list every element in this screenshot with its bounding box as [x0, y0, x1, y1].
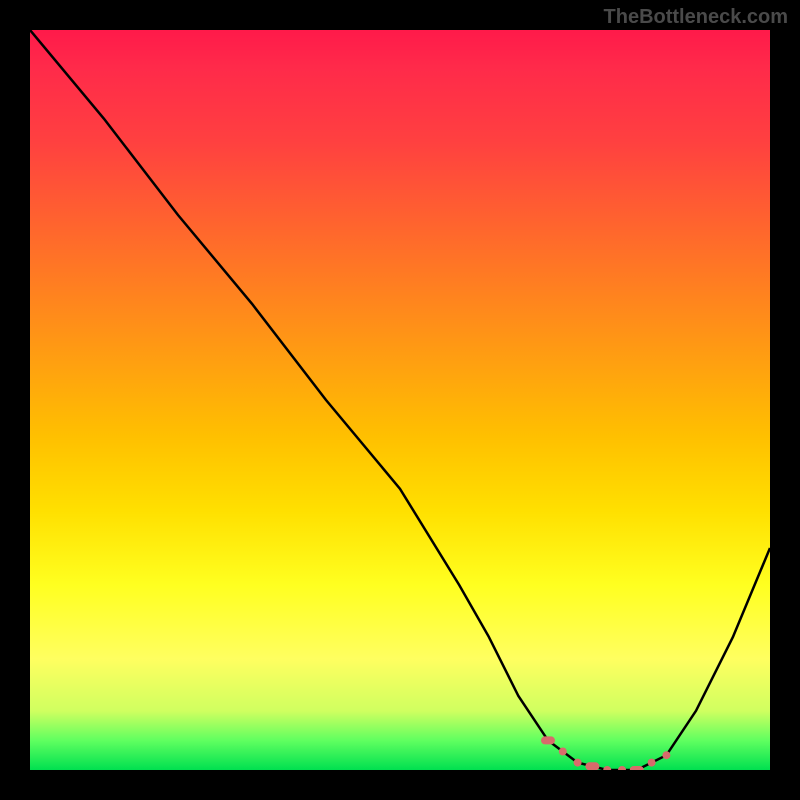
optimal-marker	[559, 748, 567, 756]
optimal-marker	[603, 766, 611, 770]
optimal-markers	[541, 736, 670, 770]
optimal-marker	[574, 759, 582, 767]
watermark-text: TheBottleneck.com	[604, 6, 788, 29]
plot-area	[30, 30, 770, 770]
optimal-marker	[618, 766, 626, 770]
optimal-marker	[630, 766, 644, 770]
optimal-marker	[541, 736, 555, 744]
optimal-marker	[648, 759, 656, 767]
chart-svg	[30, 30, 770, 770]
bottleneck-curve	[30, 30, 770, 770]
optimal-marker	[585, 762, 599, 770]
optimal-marker	[662, 751, 670, 759]
